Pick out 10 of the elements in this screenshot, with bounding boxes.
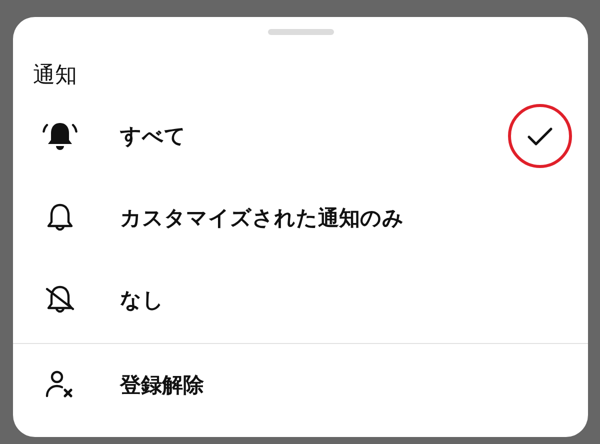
option-label: すべて: [120, 122, 186, 150]
option-label: カスタマイズされた通知のみ: [120, 204, 404, 232]
option-item[interactable]: カスタマイズされた通知のみ: [13, 177, 588, 260]
sheet-title: 通知: [33, 63, 77, 90]
option-label: なし: [120, 286, 164, 314]
option-item[interactable]: すべて: [13, 95, 588, 178]
option-item[interactable]: なし: [13, 259, 588, 342]
menu-item[interactable]: 登録解除: [13, 344, 588, 426]
option-label: 登録解除: [120, 372, 204, 399]
drag-handle[interactable]: [268, 29, 334, 35]
